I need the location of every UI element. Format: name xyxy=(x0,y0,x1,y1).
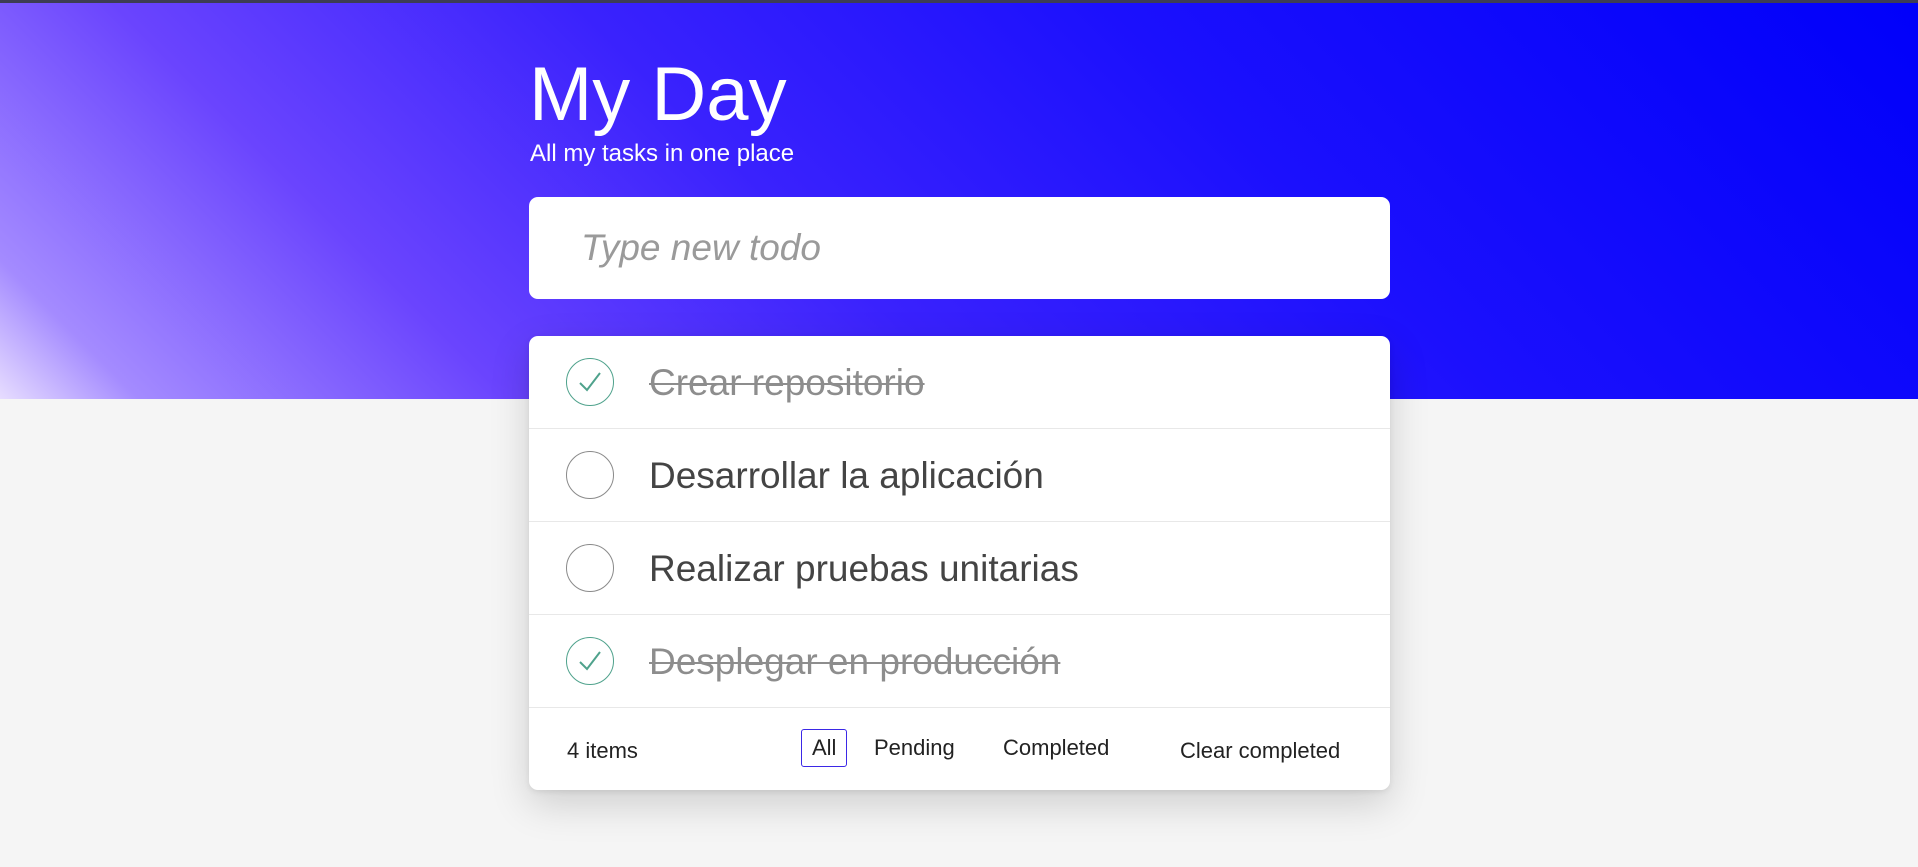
items-count: 4 items xyxy=(567,738,638,763)
check-icon xyxy=(579,372,601,392)
todo-label[interactable]: Desarrollar la aplicación xyxy=(649,456,1044,496)
filter-completed-button[interactable]: Completed xyxy=(992,729,1120,767)
todo-label[interactable]: Realizar pruebas unitarias xyxy=(649,549,1079,589)
todo-item: Realizar pruebas unitarias xyxy=(529,522,1390,615)
check-icon xyxy=(579,651,601,671)
todo-toggle-checkbox[interactable] xyxy=(566,637,614,685)
todo-item: Desarrollar la aplicación xyxy=(529,429,1390,522)
clear-completed-button[interactable]: Clear completed xyxy=(1180,738,1340,764)
todo-label[interactable]: Crear repositorio xyxy=(649,363,925,403)
todo-footer: 4 items All Pending Completed Clear comp… xyxy=(529,708,1390,790)
todo-toggle-checkbox[interactable] xyxy=(566,358,614,406)
todo-item: Crear repositorio xyxy=(529,336,1390,429)
todo-label[interactable]: Desplegar en producción xyxy=(649,642,1060,682)
page-subtitle: All my tasks in one place xyxy=(530,140,795,167)
todo-item: Desplegar en producción xyxy=(529,615,1390,708)
filter-all-button[interactable]: All xyxy=(801,729,848,767)
todo-list: Crear repositorio Desarrollar la aplicac… xyxy=(529,336,1390,708)
todo-toggle-checkbox[interactable] xyxy=(566,544,614,592)
todo-list-card: Crear repositorio Desarrollar la aplicac… xyxy=(529,336,1390,790)
filter-pending-button[interactable]: Pending xyxy=(863,729,966,767)
page-title: My Day xyxy=(529,52,787,137)
todo-toggle-checkbox[interactable] xyxy=(566,451,614,499)
new-todo-input[interactable] xyxy=(529,197,1390,299)
